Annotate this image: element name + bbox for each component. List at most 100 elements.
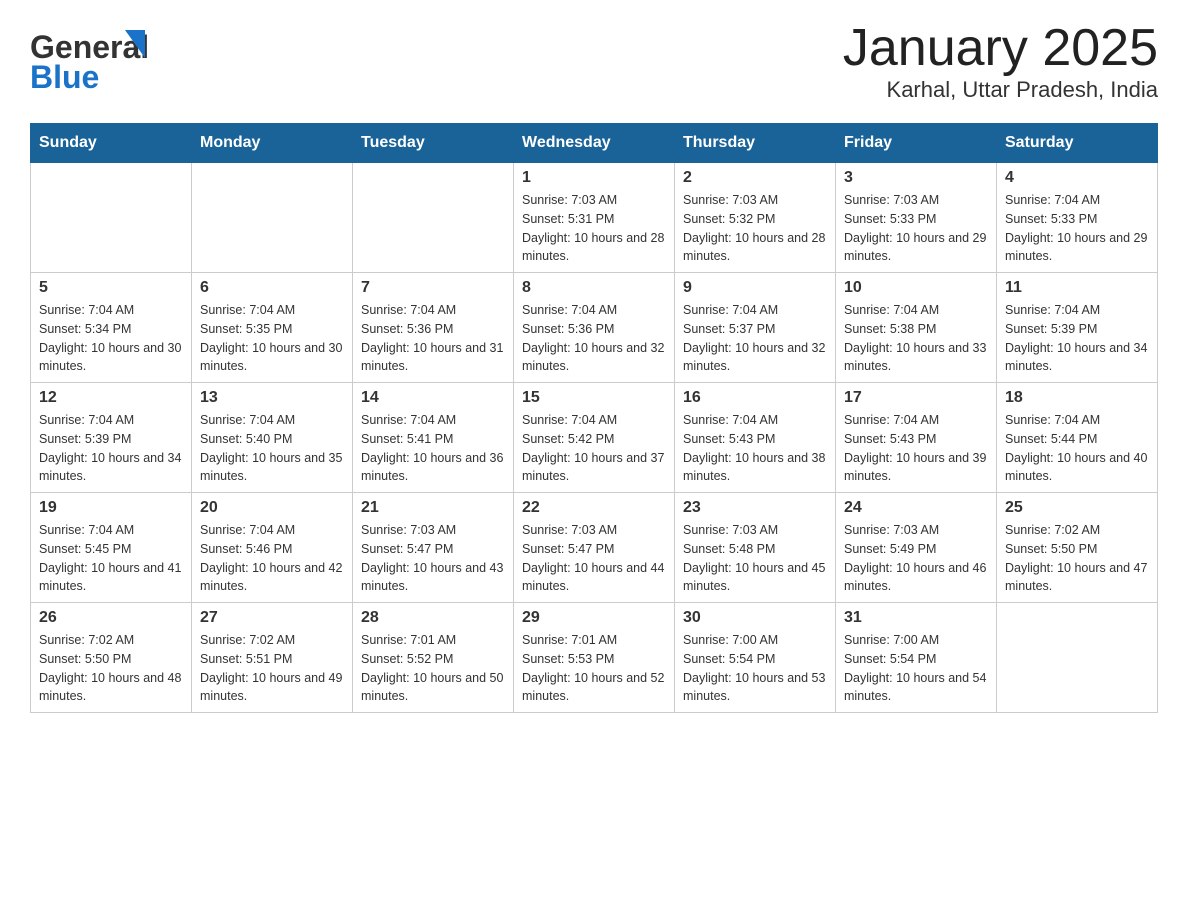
day-number: 5 bbox=[39, 279, 183, 297]
day-info: Sunrise: 7:03 AMSunset: 5:47 PMDaylight:… bbox=[361, 521, 505, 596]
calendar-table: SundayMondayTuesdayWednesdayThursdayFrid… bbox=[30, 123, 1158, 713]
calendar-cell: 5 Sunrise: 7:04 AMSunset: 5:34 PMDaylight… bbox=[31, 273, 192, 383]
day-info: Sunrise: 7:04 AMSunset: 5:39 PMDaylight:… bbox=[39, 411, 183, 486]
day-number: 26 bbox=[39, 609, 183, 627]
calendar-cell: 26 Sunrise: 7:02 AMSunset: 5:50 PMDayligh… bbox=[31, 603, 192, 713]
calendar-cell: 8Sunrise: 7:04 AMSunset: 5:36 PMDaylight… bbox=[514, 273, 675, 383]
day-info: Sunrise: 7:02 AMSunset: 5:50 PMDaylight:… bbox=[1005, 521, 1149, 596]
logo-svg: General Blue bbox=[30, 20, 200, 100]
calendar-cell: 11 Sunrise: 7:04 AMSunset: 5:39 PMDayligh… bbox=[997, 273, 1158, 383]
day-number: 25 bbox=[1005, 499, 1149, 517]
day-number: 4 bbox=[1005, 169, 1149, 187]
svg-text:Blue: Blue bbox=[30, 59, 99, 95]
calendar-week-row: 12 Sunrise: 7:04 AMSunset: 5:39 PMDayligh… bbox=[31, 383, 1158, 493]
day-info: Sunrise: 7:04 AMSunset: 5:44 PMDaylight:… bbox=[1005, 411, 1149, 486]
day-info: Sunrise: 7:04 AMSunset: 5:38 PMDaylight:… bbox=[844, 301, 988, 376]
day-info: Sunrise: 7:02 AMSunset: 5:50 PMDaylight:… bbox=[39, 631, 183, 706]
calendar-cell: 1 Sunrise: 7:03 AMSunset: 5:31 PMDaylight… bbox=[514, 163, 675, 273]
day-number: 15 bbox=[522, 389, 666, 407]
calendar-cell: 25 Sunrise: 7:02 AMSunset: 5:50 PMDayligh… bbox=[997, 493, 1158, 603]
day-info: Sunrise: 7:04 AMSunset: 5:35 PMDaylight:… bbox=[200, 301, 344, 376]
day-info: Sunrise: 7:04 AMSunset: 5:45 PMDaylight:… bbox=[39, 521, 183, 596]
day-info: Sunrise: 7:03 AMSunset: 5:48 PMDaylight:… bbox=[683, 521, 827, 596]
day-number: 23 bbox=[683, 499, 827, 517]
day-info: Sunrise: 7:04 AMSunset: 5:37 PMDaylight:… bbox=[683, 301, 827, 376]
day-info: Sunrise: 7:04 AMSunset: 5:39 PMDaylight:… bbox=[1005, 301, 1149, 376]
calendar-cell: 19 Sunrise: 7:04 AMSunset: 5:45 PMDayligh… bbox=[31, 493, 192, 603]
day-info: Sunrise: 7:04 AMSunset: 5:43 PMDaylight:… bbox=[844, 411, 988, 486]
day-number: 3 bbox=[844, 169, 988, 187]
day-number: 18 bbox=[1005, 389, 1149, 407]
calendar-cell bbox=[353, 163, 514, 273]
calendar-cell: 23 Sunrise: 7:03 AMSunset: 5:48 PMDayligh… bbox=[675, 493, 836, 603]
calendar-week-row: 5 Sunrise: 7:04 AMSunset: 5:34 PMDaylight… bbox=[31, 273, 1158, 383]
day-info: Sunrise: 7:03 AMSunset: 5:31 PMDaylight:… bbox=[522, 191, 666, 266]
day-info: Sunrise: 7:04 AMSunset: 5:33 PMDaylight:… bbox=[1005, 191, 1149, 266]
calendar-cell: 14 Sunrise: 7:04 AMSunset: 5:41 PMDayligh… bbox=[353, 383, 514, 493]
calendar-cell: 18 Sunrise: 7:04 AMSunset: 5:44 PMDayligh… bbox=[997, 383, 1158, 493]
day-info: Sunrise: 7:04 AMSunset: 5:40 PMDaylight:… bbox=[200, 411, 344, 486]
day-info: Sunrise: 7:03 AMSunset: 5:33 PMDaylight:… bbox=[844, 191, 988, 266]
calendar-cell: 30Sunrise: 7:00 AMSunset: 5:54 PMDayligh… bbox=[675, 603, 836, 713]
calendar-cell: 29Sunrise: 7:01 AMSunset: 5:53 PMDayligh… bbox=[514, 603, 675, 713]
day-number: 11 bbox=[1005, 279, 1149, 297]
day-number: 1 bbox=[522, 169, 666, 187]
day-info: Sunrise: 7:01 AMSunset: 5:52 PMDaylight:… bbox=[361, 631, 505, 706]
day-info: Sunrise: 7:02 AMSunset: 5:51 PMDaylight:… bbox=[200, 631, 344, 706]
calendar-week-row: 26 Sunrise: 7:02 AMSunset: 5:50 PMDayligh… bbox=[31, 603, 1158, 713]
calendar-cell: 21 Sunrise: 7:03 AMSunset: 5:47 PMDayligh… bbox=[353, 493, 514, 603]
day-number: 8 bbox=[522, 279, 666, 297]
day-header-sunday: Sunday bbox=[31, 124, 192, 163]
calendar-cell: 20 Sunrise: 7:04 AMSunset: 5:46 PMDayligh… bbox=[192, 493, 353, 603]
day-number: 19 bbox=[39, 499, 183, 517]
calendar-cell bbox=[997, 603, 1158, 713]
day-header-monday: Monday bbox=[192, 124, 353, 163]
day-number: 9 bbox=[683, 279, 827, 297]
calendar-cell: 10Sunrise: 7:04 AMSunset: 5:38 PMDayligh… bbox=[836, 273, 997, 383]
day-info: Sunrise: 7:04 AMSunset: 5:41 PMDaylight:… bbox=[361, 411, 505, 486]
calendar-cell: 4 Sunrise: 7:04 AMSunset: 5:33 PMDaylight… bbox=[997, 163, 1158, 273]
logo: General Blue bbox=[30, 20, 200, 105]
day-info: Sunrise: 7:03 AMSunset: 5:32 PMDaylight:… bbox=[683, 191, 827, 266]
page-header: General Blue January 2025 Karhal, Uttar … bbox=[30, 20, 1158, 105]
calendar-cell bbox=[31, 163, 192, 273]
location-title: Karhal, Uttar Pradesh, India bbox=[843, 77, 1158, 103]
calendar-cell: 16Sunrise: 7:04 AMSunset: 5:43 PMDayligh… bbox=[675, 383, 836, 493]
day-info: Sunrise: 7:04 AMSunset: 5:34 PMDaylight:… bbox=[39, 301, 183, 376]
day-number: 29 bbox=[522, 609, 666, 627]
day-number: 14 bbox=[361, 389, 505, 407]
day-number: 22 bbox=[522, 499, 666, 517]
month-title: January 2025 bbox=[843, 20, 1158, 77]
calendar-cell: 24 Sunrise: 7:03 AMSunset: 5:49 PMDayligh… bbox=[836, 493, 997, 603]
calendar-cell: 12 Sunrise: 7:04 AMSunset: 5:39 PMDayligh… bbox=[31, 383, 192, 493]
day-number: 6 bbox=[200, 279, 344, 297]
day-number: 17 bbox=[844, 389, 988, 407]
calendar-cell: 22 Sunrise: 7:03 AMSunset: 5:47 PMDayligh… bbox=[514, 493, 675, 603]
day-info: Sunrise: 7:03 AMSunset: 5:49 PMDaylight:… bbox=[844, 521, 988, 596]
calendar-week-row: 19 Sunrise: 7:04 AMSunset: 5:45 PMDayligh… bbox=[31, 493, 1158, 603]
day-header-tuesday: Tuesday bbox=[353, 124, 514, 163]
day-number: 31 bbox=[844, 609, 988, 627]
day-header-wednesday: Wednesday bbox=[514, 124, 675, 163]
day-number: 28 bbox=[361, 609, 505, 627]
calendar-cell: 31 Sunrise: 7:00 AMSunset: 5:54 PMDayligh… bbox=[836, 603, 997, 713]
day-header-saturday: Saturday bbox=[997, 124, 1158, 163]
day-info: Sunrise: 7:04 AMSunset: 5:46 PMDaylight:… bbox=[200, 521, 344, 596]
calendar-week-row: 1 Sunrise: 7:03 AMSunset: 5:31 PMDaylight… bbox=[31, 163, 1158, 273]
day-number: 20 bbox=[200, 499, 344, 517]
day-info: Sunrise: 7:00 AMSunset: 5:54 PMDaylight:… bbox=[683, 631, 827, 706]
day-number: 24 bbox=[844, 499, 988, 517]
calendar-header-row: SundayMondayTuesdayWednesdayThursdayFrid… bbox=[31, 124, 1158, 163]
calendar-cell: 2 Sunrise: 7:03 AMSunset: 5:32 PMDaylight… bbox=[675, 163, 836, 273]
title-area: January 2025 Karhal, Uttar Pradesh, Indi… bbox=[843, 20, 1158, 103]
calendar-cell: 9 Sunrise: 7:04 AMSunset: 5:37 PMDaylight… bbox=[675, 273, 836, 383]
calendar-cell: 7Sunrise: 7:04 AMSunset: 5:36 PMDaylight… bbox=[353, 273, 514, 383]
day-number: 2 bbox=[683, 169, 827, 187]
day-number: 16 bbox=[683, 389, 827, 407]
day-info: Sunrise: 7:04 AMSunset: 5:36 PMDaylight:… bbox=[361, 301, 505, 376]
day-number: 21 bbox=[361, 499, 505, 517]
day-number: 12 bbox=[39, 389, 183, 407]
calendar-cell: 28 Sunrise: 7:01 AMSunset: 5:52 PMDayligh… bbox=[353, 603, 514, 713]
day-info: Sunrise: 7:00 AMSunset: 5:54 PMDaylight:… bbox=[844, 631, 988, 706]
day-info: Sunrise: 7:03 AMSunset: 5:47 PMDaylight:… bbox=[522, 521, 666, 596]
